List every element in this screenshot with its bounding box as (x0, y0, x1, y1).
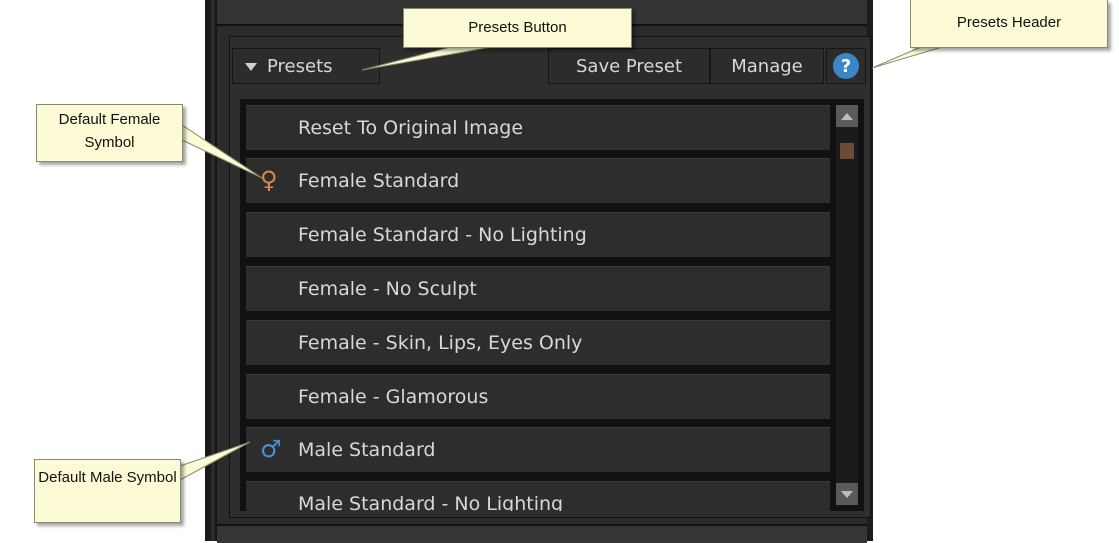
default-male-callout: Default Male Symbol (34, 459, 181, 523)
presets-button-callout: Presets Button (403, 8, 632, 48)
female-symbol-leader (181, 124, 263, 179)
male-symbol-leader (179, 441, 251, 481)
default-female-callout: Default Female Symbol (36, 104, 183, 162)
presets-header-callout: Presets Header (910, 0, 1108, 48)
